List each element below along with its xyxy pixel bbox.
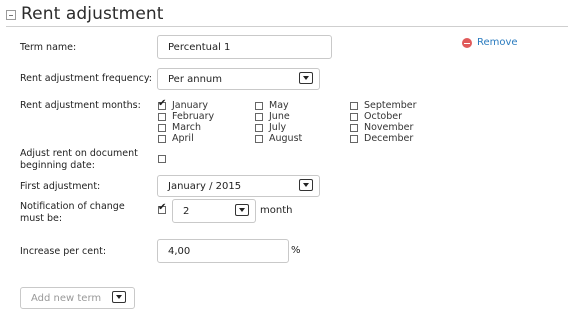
first-adjustment-select[interactable]: January / 2015 xyxy=(157,175,320,197)
add-term-select[interactable]: Add new term xyxy=(20,287,135,309)
term-name-value: Percentual 1 xyxy=(168,41,231,53)
month-checkbox-april[interactable] xyxy=(158,135,166,143)
first-adjustment-value: January / 2015 xyxy=(168,180,242,192)
term-name-label: Term name: xyxy=(20,42,77,53)
notification-value: 2 xyxy=(183,205,190,217)
month-checkbox-may[interactable] xyxy=(255,102,263,110)
chevron-down-icon[interactable] xyxy=(112,291,126,303)
collapse-icon[interactable] xyxy=(6,10,16,20)
month-checkbox-january[interactable] xyxy=(158,98,166,110)
month-label-may: May xyxy=(269,100,289,111)
month-label-august: August xyxy=(269,133,303,144)
month-label-november: November xyxy=(364,122,414,133)
percent-unit: % xyxy=(291,245,301,256)
notification-unit: month xyxy=(260,205,293,216)
adjust-on-doc-checkbox[interactable] xyxy=(158,155,166,163)
month-label-january: January xyxy=(172,100,209,111)
month-label-june: June xyxy=(269,111,290,122)
month-checkbox-october[interactable] xyxy=(350,113,358,121)
frequency-label: Rent adjustment frequency: xyxy=(20,73,152,84)
month-checkbox-july[interactable] xyxy=(255,124,263,132)
month-label-march: March xyxy=(172,122,201,133)
month-checkbox-march[interactable] xyxy=(158,124,166,132)
month-checkbox-june[interactable] xyxy=(255,113,263,121)
month-checkbox-august[interactable] xyxy=(255,135,263,143)
remove-link[interactable]: Remove xyxy=(477,37,518,48)
add-term-placeholder: Add new term xyxy=(31,292,102,304)
first-adjustment-label: First adjustment: xyxy=(20,181,101,192)
month-label-july: July xyxy=(269,122,287,133)
frequency-value: Per annum xyxy=(168,73,222,85)
increase-value: 4,00 xyxy=(168,245,191,257)
chevron-down-icon[interactable] xyxy=(299,72,313,84)
increase-label: Increase per cent: xyxy=(20,246,107,257)
notification-label: Notification of change must be: xyxy=(20,201,125,224)
notification-checkbox[interactable] xyxy=(158,202,166,214)
increase-input[interactable]: 4,00 xyxy=(157,239,289,263)
month-label-february: February xyxy=(172,111,215,122)
month-checkbox-february[interactable] xyxy=(158,113,166,121)
month-checkbox-december[interactable] xyxy=(350,135,358,143)
month-label-april: April xyxy=(172,133,194,144)
month-label-september: September xyxy=(364,100,417,111)
term-name-input[interactable]: Percentual 1 xyxy=(157,35,332,59)
month-label-october: October xyxy=(364,111,403,122)
section-header: Rent adjustment xyxy=(6,4,568,27)
month-label-december: December xyxy=(364,133,414,144)
remove-icon[interactable] xyxy=(462,38,472,48)
chevron-down-icon[interactable] xyxy=(299,179,313,191)
adjust-on-doc-label: Adjust rent on document beginning date: xyxy=(20,148,138,171)
months-label: Rent adjustment months: xyxy=(20,100,141,111)
section-title: Rent adjustment xyxy=(21,4,164,24)
frequency-select[interactable]: Per annum xyxy=(157,68,320,90)
month-checkbox-september[interactable] xyxy=(350,102,358,110)
month-checkbox-november[interactable] xyxy=(350,124,358,132)
chevron-down-icon[interactable] xyxy=(235,204,249,216)
notification-select[interactable]: 2 xyxy=(172,199,256,223)
